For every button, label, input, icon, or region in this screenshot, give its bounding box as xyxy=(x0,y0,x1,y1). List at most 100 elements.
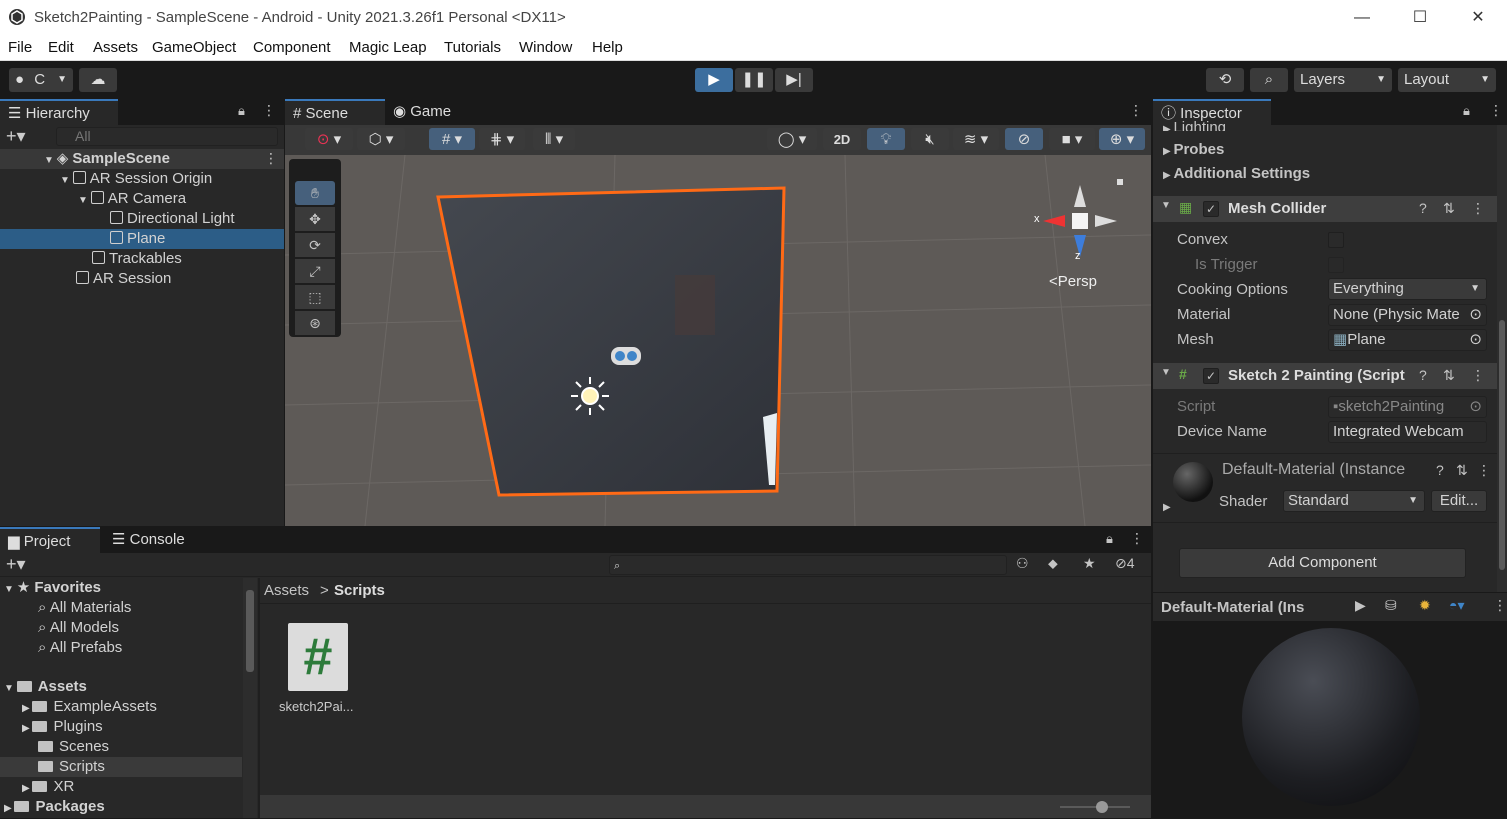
target-icon[interactable]: ⊙ xyxy=(1469,305,1482,325)
favorite-all-prefabs[interactable]: ⌕ All Prefabs xyxy=(38,638,122,658)
cylinder-icon[interactable]: ⛁ xyxy=(1385,597,1397,614)
help-icon[interactable]: ? xyxy=(1419,367,1427,383)
cloud-button[interactable]: ☁ xyxy=(79,68,117,92)
script-component-header[interactable]: ▼ # ✓ Sketch 2 Painting (Script ? ⇅ ⋮ xyxy=(1153,363,1497,389)
more-icon[interactable]: ⋮ xyxy=(1471,367,1485,384)
assets-folder[interactable]: ▼ Assets xyxy=(4,677,87,697)
shader-dropdown[interactable]: Standard ▼ xyxy=(1283,490,1425,512)
more-icon[interactable]: ⋮ xyxy=(1493,597,1507,614)
device-name-input[interactable]: Integrated Webcam xyxy=(1328,421,1487,443)
sphere-preview-icon[interactable]: ◓▾ xyxy=(1449,597,1464,614)
enabled-checkbox[interactable]: ✓ xyxy=(1203,368,1219,384)
align-button[interactable]: ⦀ ▾ xyxy=(533,128,575,150)
hierarchy-search-input[interactable]: All xyxy=(56,127,278,146)
visibility-toggle-button[interactable]: ⊘ xyxy=(1005,128,1043,150)
mesh-field[interactable]: ▦Plane ⊙ xyxy=(1328,329,1487,351)
help-icon[interactable]: ? xyxy=(1419,200,1427,216)
lock-icon[interactable]: 🔒︎ xyxy=(238,103,245,119)
more-icon[interactable]: ⋮ xyxy=(1130,530,1144,547)
favorites-header[interactable]: ▼ ★ Favorites xyxy=(4,578,101,598)
more-icon[interactable]: ⋮ xyxy=(264,150,278,167)
tab-scene[interactable]: # Scene xyxy=(285,99,385,125)
folder-exampleassets[interactable]: ▶ ExampleAssets xyxy=(22,697,157,717)
cooking-options-dropdown[interactable]: Everything ▼ xyxy=(1328,278,1487,300)
hidden-packages-icon[interactable]: ⊘4 xyxy=(1115,555,1135,572)
folder-xr[interactable]: ▶ XR xyxy=(22,777,74,797)
tree-item-directional-light[interactable]: Directional Light xyxy=(110,209,235,229)
draw-mode-button[interactable]: ⊙ ▾ xyxy=(305,128,353,150)
chevron-right-icon[interactable]: ▶ xyxy=(1163,502,1171,513)
lock-icon[interactable]: 🔒︎ xyxy=(1463,103,1470,119)
mesh-collider-header[interactable]: ▼ ▦ ✓ Mesh Collider ? ⇅ ⋮ xyxy=(1153,196,1497,222)
transform-tool-icon[interactable]: ⊛ xyxy=(295,311,335,335)
persp-label[interactable]: <Persp xyxy=(1049,273,1097,290)
2d-toggle-button[interactable]: 2D xyxy=(823,128,861,150)
project-search-input[interactable]: ⌕ xyxy=(609,555,1007,575)
zoom-slider-thumb[interactable] xyxy=(1096,801,1108,813)
more-icon[interactable]: ⋮ xyxy=(1489,102,1503,119)
folder-scenes[interactable]: Scenes xyxy=(38,737,109,757)
tab-game[interactable]: ◉ Game xyxy=(385,99,475,125)
tab-console[interactable]: ☰ Console xyxy=(104,527,204,553)
menu-tutorials[interactable]: Tutorials xyxy=(444,39,501,56)
is-trigger-checkbox[interactable] xyxy=(1328,257,1344,273)
packages-folder[interactable]: ▶ Packages xyxy=(4,797,105,817)
tree-scrollbar[interactable] xyxy=(243,578,257,818)
menu-component[interactable]: Component xyxy=(253,39,331,56)
help-icon[interactable]: ? xyxy=(1436,462,1444,478)
convex-checkbox[interactable] xyxy=(1328,232,1344,248)
breadcrumb-assets[interactable]: Assets xyxy=(264,582,309,599)
close-button[interactable]: ✕ xyxy=(1466,6,1490,30)
tab-project[interactable]: ▆ Project xyxy=(0,527,100,553)
menu-edit[interactable]: Edit xyxy=(48,39,74,56)
material-field[interactable]: None (Physic Mate ⊙ xyxy=(1328,304,1487,326)
section-probes[interactable]: ▶ Probes xyxy=(1163,141,1224,158)
more-icon[interactable]: ⋮ xyxy=(262,102,276,119)
scrollbar-thumb[interactable] xyxy=(246,590,254,672)
favorite-all-models[interactable]: ⌕ All Models xyxy=(38,618,119,638)
folder-scripts[interactable]: Scripts xyxy=(0,757,242,777)
shader-edit-button[interactable]: Edit... xyxy=(1431,490,1487,512)
menu-gameobject[interactable]: GameObject xyxy=(152,39,236,56)
csharp-script-icon[interactable]: # xyxy=(288,623,348,691)
zoom-slider-track[interactable] xyxy=(1060,806,1130,808)
menu-magic-leap[interactable]: Magic Leap xyxy=(349,39,427,56)
hand-tool-icon[interactable]: ✋︎ xyxy=(295,181,335,205)
light-icon[interactable]: ✹ xyxy=(1419,597,1431,614)
effects-button[interactable]: ≋ ▾ xyxy=(953,128,999,150)
favorite-all-materials[interactable]: ⌕ All Materials xyxy=(38,598,131,618)
tab-hierarchy[interactable]: ☰ Hierarchy xyxy=(0,99,118,125)
play-icon[interactable]: ▶ xyxy=(1355,597,1366,614)
tree-item-ar-camera[interactable]: ▼ AR Camera xyxy=(78,189,186,209)
enabled-checkbox[interactable]: ✓ xyxy=(1203,201,1219,217)
file-name[interactable]: sketch2Pai... xyxy=(279,699,353,714)
maximize-button[interactable]: ☐ xyxy=(1408,6,1432,30)
menu-file[interactable]: File xyxy=(8,39,32,56)
tree-item-trackables[interactable]: Trackables xyxy=(92,249,182,269)
scene-header[interactable]: ▼ ◈ SampleScene ⋮ xyxy=(0,149,284,169)
scrollbar-thumb[interactable] xyxy=(1499,320,1505,570)
breadcrumb-scripts[interactable]: Scripts xyxy=(334,582,385,599)
scale-tool-icon[interactable]: ⤢ xyxy=(295,259,335,283)
filter-type-icon[interactable]: ⚇ xyxy=(1016,555,1029,572)
tree-item-plane[interactable]: Plane xyxy=(0,229,284,249)
section-lighting[interactable]: ▶ Lighting xyxy=(1163,119,1226,131)
section-additional-settings[interactable]: ▶ Additional Settings xyxy=(1163,165,1310,182)
inspector-scrollbar[interactable] xyxy=(1497,125,1507,592)
material-preview-sphere[interactable] xyxy=(1242,628,1420,806)
tree-item-ar-session-origin[interactable]: ▼ AR Session Origin xyxy=(60,169,212,189)
add-icon[interactable]: +▾ xyxy=(6,554,26,575)
lighting-toggle-button[interactable]: 💡︎ xyxy=(867,128,905,150)
audio-toggle-button[interactable]: 🔇︎ xyxy=(911,128,949,150)
lock-icon[interactable]: 🔒︎ xyxy=(1106,531,1113,547)
render-mode-button[interactable]: ◯ ▾ xyxy=(767,128,817,150)
menu-assets[interactable]: Assets xyxy=(93,39,138,56)
plane-object[interactable] xyxy=(285,155,1151,526)
rotate-tool-icon[interactable]: ⟳ xyxy=(295,233,335,257)
more-icon[interactable]: ⋮ xyxy=(1129,102,1143,119)
play-button[interactable]: ▶ xyxy=(695,68,733,92)
tree-item-ar-session[interactable]: AR Session xyxy=(76,269,171,289)
move-tool-icon[interactable]: ✥ xyxy=(295,207,335,231)
pause-button[interactable]: ❚❚ xyxy=(735,68,773,92)
gizmos-button[interactable]: ⊕ ▾ xyxy=(1099,128,1145,150)
